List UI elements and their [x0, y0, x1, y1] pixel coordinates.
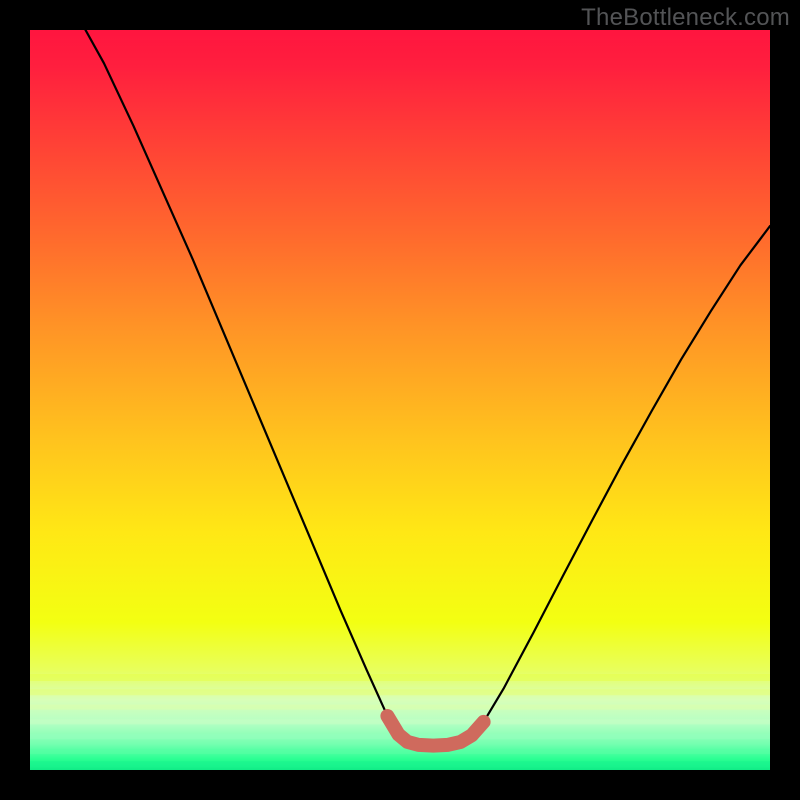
chart-area: [30, 30, 770, 770]
watermark-label: TheBottleneck.com: [581, 4, 790, 32]
bottleneck-chart: [30, 30, 770, 770]
app-frame: TheBottleneck.com: [0, 0, 800, 800]
gradient-bands: [30, 678, 770, 765]
